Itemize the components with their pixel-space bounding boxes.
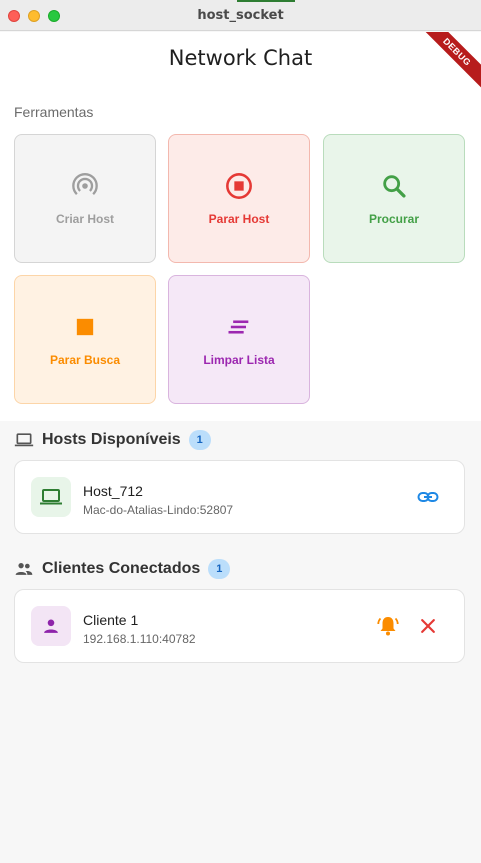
clients-section-header: Clientes Conectados 1 xyxy=(14,559,231,579)
connect-host-button[interactable] xyxy=(415,484,441,510)
window-titlebar: host_socket xyxy=(0,0,481,31)
hosts-section-title: Hosts Disponíveis xyxy=(42,431,181,448)
bell-ring-icon xyxy=(377,617,399,636)
disconnect-client-button[interactable] xyxy=(415,613,441,639)
clear-list-label: Limpar Lista xyxy=(203,352,275,367)
page-title: Network Chat xyxy=(168,46,313,70)
stop-circle-icon xyxy=(226,172,252,199)
stop-host-label: Parar Host xyxy=(208,211,270,226)
stop-search-button[interactable]: Parar Busca xyxy=(14,275,156,404)
clear-list-button[interactable]: Limpar Lista xyxy=(168,275,310,404)
client-address: 192.168.1.110:40782 xyxy=(83,632,196,646)
create-host-label: Criar Host xyxy=(55,211,114,226)
wifi-tethering-icon xyxy=(72,172,98,195)
focus-indicator xyxy=(237,0,295,2)
host-name: Host_712 xyxy=(83,483,143,499)
link-icon xyxy=(417,492,439,502)
create-host-button[interactable]: Criar Host xyxy=(14,134,156,263)
client-avatar xyxy=(31,606,71,646)
host-avatar xyxy=(31,477,71,517)
search-button[interactable]: Procurar xyxy=(323,134,465,263)
tools-panel: Network Chat DEBUG Ferramentas Criar Hos… xyxy=(0,32,481,421)
people-icon xyxy=(15,563,33,575)
host-address: Mac-do-Atalias-Lindo:52807 xyxy=(83,503,234,517)
stop-host-button[interactable]: Parar Host xyxy=(168,134,310,263)
hosts-section-header: Hosts Disponíveis 1 xyxy=(14,430,211,450)
window-title: host_socket xyxy=(197,8,284,23)
notify-client-button[interactable] xyxy=(375,613,401,639)
close-icon xyxy=(421,619,435,633)
laptop-icon xyxy=(40,489,62,505)
host-list-item[interactable]: Host_712 Mac-do-Atalias-Lindo:52807 xyxy=(14,460,465,534)
client-name: Cliente 1 xyxy=(83,612,139,628)
clear-all-icon xyxy=(228,319,249,334)
clients-count-badge: 1 xyxy=(208,559,231,579)
tools-section-label: Ferramentas xyxy=(14,104,94,120)
stop-search-label: Parar Busca xyxy=(49,352,121,367)
clients-section-title: Clientes Conectados xyxy=(42,560,201,577)
client-list-item[interactable]: Cliente 1 192.168.1.110:40782 xyxy=(14,589,465,663)
stop-icon xyxy=(76,318,94,335)
person-icon xyxy=(44,619,58,633)
search-icon xyxy=(383,174,406,198)
search-label: Procurar xyxy=(368,211,420,226)
laptop-icon xyxy=(14,433,34,447)
hosts-count-badge: 1 xyxy=(188,430,211,450)
